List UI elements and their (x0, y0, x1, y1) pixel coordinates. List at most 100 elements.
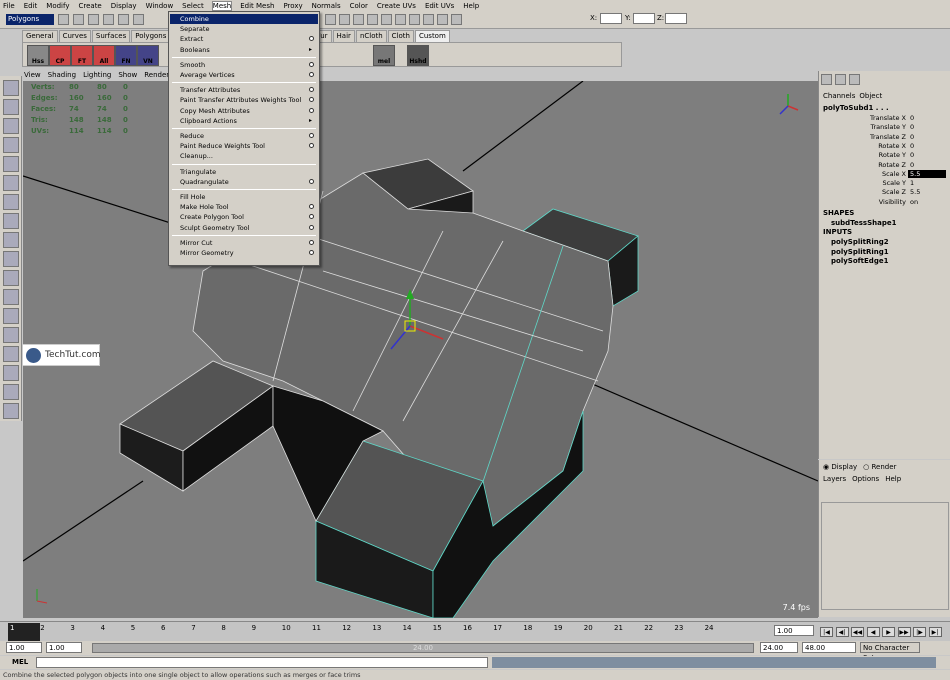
snap-view-icon[interactable] (367, 14, 378, 25)
option-box-icon[interactable] (309, 250, 314, 255)
shelf-tab-general[interactable]: General (22, 30, 58, 42)
display-radio[interactable]: ◉ Display (823, 463, 857, 471)
option-box-icon[interactable] (309, 36, 314, 42)
option-box-icon[interactable] (309, 178, 314, 184)
mesh-menu-extract[interactable]: Extract (170, 34, 318, 44)
go-to-start-icon[interactable]: |◀ (820, 627, 833, 637)
channel-tab-channels[interactable]: Channels (823, 92, 855, 100)
history-icon[interactable] (381, 14, 392, 25)
snap-curve-icon[interactable] (339, 14, 350, 25)
snap-grid-icon[interactable] (325, 14, 336, 25)
tool-settings-icon[interactable] (849, 74, 860, 85)
mesh-menu-create-polygon-tool[interactable]: Create Polygon Tool (170, 212, 318, 222)
mel-input[interactable] (36, 657, 488, 668)
menu-select[interactable]: Select (182, 2, 204, 10)
mode-selector[interactable]: Polygons (6, 14, 54, 25)
menu-modify[interactable]: Modify (46, 2, 69, 10)
mesh-menu-booleans[interactable]: Booleans ▸ (170, 45, 318, 55)
option-box-icon[interactable] (309, 87, 314, 93)
shelf-tab-ncloth[interactable]: nCloth (355, 30, 387, 42)
render-radio[interactable]: ○ Render (863, 463, 896, 471)
option-box-icon[interactable] (309, 72, 314, 77)
lasso-tool-icon[interactable] (3, 99, 19, 115)
option-box-icon[interactable] (309, 133, 314, 138)
ipr-icon[interactable] (409, 14, 420, 25)
last-tool-icon[interactable] (3, 251, 19, 267)
move-tool-icon[interactable] (3, 137, 19, 153)
shelf-button-fn[interactable]: FN (115, 45, 137, 66)
shelf-tab-cloth[interactable]: Cloth (387, 30, 414, 42)
current-time-field[interactable]: 1.00 (774, 625, 814, 636)
layer-list[interactable] (821, 502, 949, 610)
layout-outliner-icon[interactable] (3, 346, 19, 362)
step-forward-icon[interactable]: ▶▶ (897, 627, 911, 637)
menu-proxy[interactable]: Proxy (283, 2, 302, 10)
input-node[interactable]: polySplitRing1 (831, 248, 889, 256)
mesh-menu-copy-mesh-attributes[interactable]: Copy Mesh Attributes (170, 106, 318, 116)
y-field[interactable] (633, 13, 655, 24)
z-field[interactable] (665, 13, 687, 24)
mesh-menu-combine[interactable]: Combine (170, 14, 318, 24)
range-bar[interactable]: 24.00 (92, 643, 754, 653)
shelf-button-cp[interactable]: CP (49, 45, 71, 66)
menu-create[interactable]: Create (78, 2, 101, 10)
option-box-icon[interactable] (309, 61, 314, 67)
menu-normals[interactable]: Normals (312, 2, 341, 10)
shelf-button-hss[interactable]: Hss (27, 45, 49, 66)
option-box-icon[interactable] (309, 239, 314, 245)
character-set-field[interactable]: No Character Set (860, 642, 920, 662)
open-scene-icon[interactable] (73, 14, 84, 25)
menu-edit-mesh[interactable]: Edit Mesh (240, 2, 274, 10)
playback-start-field[interactable]: 1.00 (46, 642, 82, 653)
step-back-key-icon[interactable]: ◀| (835, 627, 849, 637)
mesh-menu-triangulate[interactable]: Triangulate (170, 167, 318, 177)
play-back-icon[interactable]: ◀ (866, 627, 880, 637)
layer-menu-layers[interactable]: Layers (823, 475, 846, 483)
mesh-menu-sculpt-geometry-tool[interactable]: Sculpt Geometry Tool (170, 223, 318, 233)
render-settings-icon[interactable] (423, 14, 434, 25)
mesh-menu-separate[interactable]: Separate (170, 24, 318, 34)
layout-extra-icon[interactable] (3, 403, 19, 419)
shelf-tab-custom[interactable]: Custom (414, 30, 450, 42)
layer-menu-options[interactable]: Options (852, 475, 879, 483)
save-scene-icon[interactable] (88, 14, 99, 25)
object-name[interactable]: polyToSubd1 . . . (823, 104, 889, 112)
mesh-menu-make-hole-tool[interactable]: Make Hole Tool (170, 202, 318, 212)
hypershade-icon[interactable] (437, 14, 448, 25)
panel-menu-shading[interactable]: Shading (48, 71, 76, 81)
end-time-field[interactable]: 48.00 (802, 642, 856, 653)
option-box-icon[interactable] (309, 143, 314, 149)
layout-single-icon[interactable] (3, 270, 19, 286)
shelf-tab-surfaces[interactable]: Surfaces (91, 30, 131, 42)
select-tool-icon[interactable] (3, 80, 19, 96)
channel-box-icon[interactable] (821, 74, 832, 85)
attr-value-field[interactable]: 0 (908, 151, 946, 159)
attr-value-field[interactable]: 0 (908, 123, 946, 131)
menu-edit-uvs[interactable]: Edit UVs (425, 2, 454, 10)
x-field[interactable] (600, 13, 622, 24)
attr-value-field[interactable]: 5.5 (908, 188, 946, 196)
option-box-icon[interactable] (309, 204, 314, 210)
shelf-tab-hair[interactable]: Hair (332, 30, 355, 42)
shelf-button-all[interactable]: All (93, 45, 115, 66)
menu-edit[interactable]: Edit (24, 2, 38, 10)
shelf-tab-polygons[interactable]: Polygons (131, 30, 171, 42)
layout-persp-graph-icon[interactable] (3, 327, 19, 343)
menu-mesh[interactable]: Mesh (211, 0, 233, 11)
mesh-menu-mirror-cut[interactable]: Mirror Cut (170, 238, 318, 248)
channel-tab-object[interactable]: Object (859, 92, 882, 100)
input-line-icon[interactable] (451, 14, 462, 25)
shape-name[interactable]: subdTessShape1 (831, 219, 896, 227)
layout-side-icon[interactable] (3, 308, 19, 324)
show-manipulator-icon[interactable] (3, 232, 19, 248)
shelf-button-mel[interactable]: mel (373, 45, 395, 66)
layout-hypershade-icon[interactable] (3, 365, 19, 381)
universal-manipulator-icon[interactable] (3, 194, 19, 210)
mesh-menu-fill-hole[interactable]: Fill Hole (170, 192, 318, 202)
shelf-button-vn[interactable]: VN (137, 45, 159, 66)
scale-tool-icon[interactable] (3, 175, 19, 191)
new-scene-icon[interactable] (58, 14, 69, 25)
soft-mod-icon[interactable] (3, 213, 19, 229)
menu-color[interactable]: Color (350, 2, 368, 10)
mesh-menu-reduce[interactable]: Reduce (170, 131, 318, 141)
